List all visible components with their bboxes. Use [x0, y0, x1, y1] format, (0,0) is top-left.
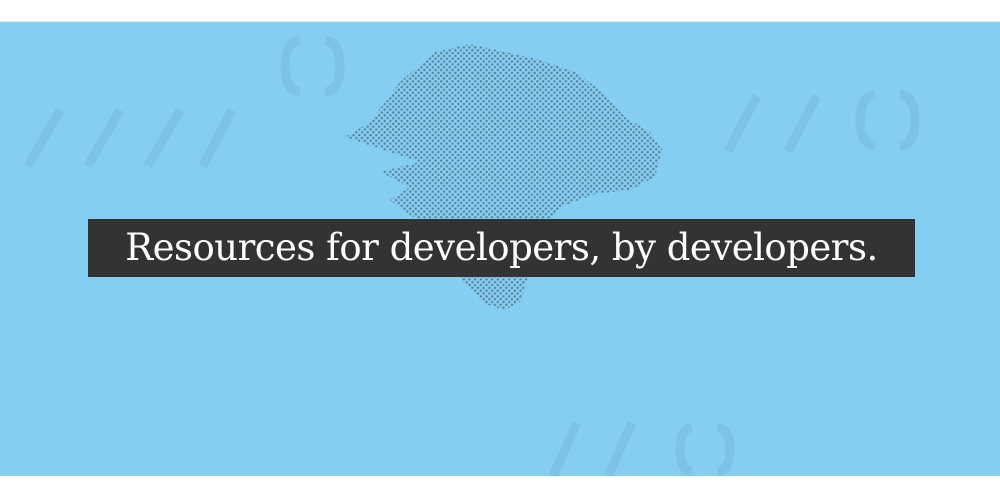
- hero-headline: Resources for developers, by developers.: [125, 226, 878, 269]
- bottom-strip: [0, 476, 1000, 500]
- top-bar: [0, 0, 1000, 22]
- hero-banner: Resources for developers, by developers.: [0, 22, 1000, 476]
- headline-banner: Resources for developers, by developers.: [88, 219, 915, 277]
